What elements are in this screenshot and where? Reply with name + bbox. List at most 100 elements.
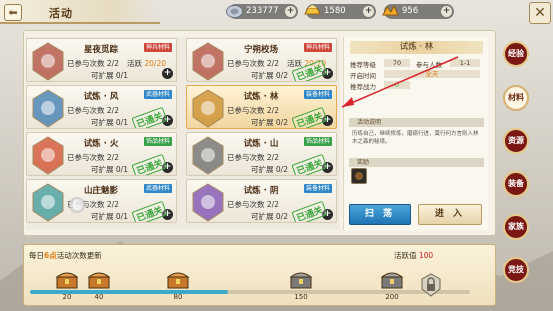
huoyue-value: 20/20 [144,59,167,68]
back-button[interactable]: ⬅ [4,4,22,21]
activity-name: 宁朔校场 [243,45,278,55]
milestone-value: 80 [173,293,183,301]
silver-amount: 233777 [246,6,279,16]
castle-banner-icon [192,42,224,81]
activity-name: 试炼 · 山 [243,139,279,149]
add-attempt-button[interactable]: + [162,68,173,79]
activity-card[interactable]: 试炼 · 火 饰品材料 已参与次数 2/2 可扩展 0/1 + 已通关 [26,132,177,176]
scroll-knob[interactable] [69,197,85,213]
currency-gold-pile: 956 + [382,4,454,19]
milestone-value: 200 [385,293,399,301]
add-gold-pile-button[interactable]: + [441,6,452,17]
activity-card[interactable]: 试炼 · 林 装备材料 已参与次数 2/2 可扩展 0/2 + 已通关 [186,85,337,129]
expand-label: 可扩展 [251,118,274,127]
villa-icon [32,183,64,222]
material-tag: 装备材料 [304,90,332,99]
material-tag: 饰品材料 [304,137,332,146]
expand-value: 0/2 [275,165,288,174]
currency-gold-ingot: 1580 + [304,4,376,19]
attempts-row: 已参与次数 2/2 [67,152,119,163]
side-tab[interactable]: 家族 [503,214,529,240]
activity-name: 试炼 · 阴 [243,186,279,196]
expand-row: 可扩展 0/2 [251,70,288,81]
side-tab[interactable]: 资源 [503,128,529,154]
fire-spirit-icon [32,136,64,175]
attempts-label: 已参与次数 [227,106,265,115]
side-tab[interactable]: 竞技 [503,257,529,283]
activity-card[interactable]: 山庄魅影 武器材料 已参与次数 2/2 可扩展 0/1 + 已通关 [26,179,177,223]
expand-label: 可扩展 [251,71,274,80]
attempts-label: 已参与次数 [227,200,265,209]
expand-row: 可扩展 0/1 [91,70,128,81]
milestone-value: 20 [62,293,72,301]
add-gold-ingot-button[interactable]: + [363,6,374,17]
add-silver-button[interactable]: + [285,6,296,17]
closed-chest-icon[interactable] [380,268,404,290]
sweep-button[interactable]: 扫 荡 [349,204,411,225]
expand-label: 可扩展 [91,165,114,174]
huoyue-label: 活跃 [127,59,142,68]
expand-value: 0/1 [115,71,128,80]
gold-pile-amount: 956 [402,6,419,16]
expand-row: 可扩展 0/2 [251,211,288,222]
expand-row: 可扩展 0/2 [251,117,288,128]
material-tag: 神兵材料 [304,43,332,52]
expand-value: 0/2 [275,212,288,221]
crossed-swords-icon: ✕ [534,5,546,21]
attempts-value: 2/2 [106,59,119,68]
attempts-value: 2/2 [266,153,279,162]
cleared-stamp: 已通关 [131,153,168,175]
attempts-row: 已参与次数 2/2 [227,152,279,163]
page-title: 活动 [49,7,73,20]
material-tag: 装备材料 [304,184,332,193]
attempts-value: 2/2 [266,106,279,115]
reset-prefix: 每日 [29,251,44,260]
attempts-value: 2/2 [106,200,119,209]
cleared-stamp: 已通关 [131,106,168,128]
open-chest-icon[interactable] [87,268,111,290]
attempts-row: 已参与次数 2/2 [227,105,279,116]
side-tab[interactable]: 装备 [503,171,529,197]
huoyue-row: 活跃 20/20 [127,58,166,69]
attempts-row: 已参与次数 2/2 [67,58,119,69]
expand-value: 0/2 [275,71,288,80]
closed-chest-icon[interactable] [289,268,313,290]
activity-name: 试炼 · 火 [83,139,119,149]
reward-item-slot[interactable] [351,168,367,184]
expand-value: 0/1 [115,165,128,174]
desc-header: 活动说明 [349,118,484,127]
material-tag: 武器材料 [144,90,172,99]
castle-banner-icon [32,42,64,81]
reward-header: 奖励 [349,158,484,167]
activity-card[interactable]: 宁朔校场 神兵材料 已参与次数 2/2 活跃 20/20 可扩展 0/2 + 已… [186,38,337,82]
attempts-label: 已参与次数 [227,59,265,68]
activity-card[interactable]: 试炼 · 阴 装备材料 已参与次数 2/2 可扩展 0/2 + 已通关 [186,179,337,223]
arrow-left-icon: ⬅ [8,6,18,19]
pointer-arrow-icon [341,56,459,108]
attempts-row: 已参与次数 2/2 [227,58,279,69]
attempts-row: 已参与次数 2/2 [67,105,119,116]
close-button[interactable]: ✕ [529,2,551,24]
attempts-label: 已参与次数 [67,106,105,115]
side-tab[interactable]: 材料 [503,85,529,111]
attempts-label: 已参与次数 [227,153,265,162]
activity-card[interactable]: 试炼 · 风 武器材料 已参与次数 2/2 可扩展 0/1 + 已通关 [26,85,177,129]
expand-label: 可扩展 [91,212,114,221]
attempts-value: 2/2 [266,200,279,209]
activity-card[interactable]: 星夜觅踪 神兵材料 已参与次数 2/2 活跃 20/20 可扩展 0/1 + [26,38,177,82]
milestone-value: 40 [94,293,104,301]
material-tag: 饰品材料 [144,137,172,146]
enter-button[interactable]: 进 入 [418,204,482,225]
activity-card[interactable]: 试炼 · 山 饰品材料 已参与次数 2/2 可扩展 0/2 + 已通关 [186,132,337,176]
open-chest-icon[interactable] [166,268,190,290]
expand-value: 0/1 [115,212,128,221]
detail-actions: 扫 荡 进 入 [346,204,486,226]
expand-row: 可扩展 0/2 [251,164,288,175]
expand-label: 可扩展 [91,71,114,80]
expand-row: 可扩展 0/1 [91,117,128,128]
open-chest-icon[interactable] [55,268,79,290]
side-tab[interactable]: 经验 [503,41,529,67]
cleared-stamp: 已通关 [291,153,328,175]
expand-label: 可扩展 [91,118,114,127]
expand-value: 0/1 [115,118,128,127]
